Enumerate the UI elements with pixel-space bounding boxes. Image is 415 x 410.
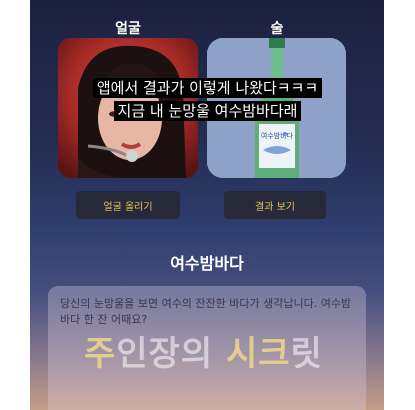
face-column-title: 얼굴 — [115, 21, 141, 37]
watermark: 주인장의 시크릿 — [84, 326, 323, 375]
watermark-part-4: 릿 — [290, 334, 323, 374]
watermark-part-2: 인장의 — [116, 334, 226, 374]
soju-bottle-card: 여수밤바다 — [207, 38, 346, 178]
view-result-button[interactable]: 결과 보기 — [224, 191, 326, 219]
face-photo — [58, 38, 198, 178]
watermark-part-1: 주 — [84, 334, 117, 374]
bottle-label-text: 여수밤바다 — [261, 131, 294, 140]
result-description: 당신의 눈망울을 보면 여수의 잔잔한 바다가 생각납니다. 여수밤바다 한 잔… — [60, 297, 352, 326]
watermark-part-3: 시크 — [225, 334, 291, 374]
drink-column-title: 술 — [270, 21, 284, 37]
app-screen: 얼굴 술 여수밤바다 얼굴 올리기 결과 보기 여수밤바다 당신의 눈망울을 보… — [30, 0, 384, 410]
result-title: 여수밤바다 — [170, 254, 244, 273]
upload-face-button[interactable]: 얼굴 올리기 — [76, 191, 180, 219]
